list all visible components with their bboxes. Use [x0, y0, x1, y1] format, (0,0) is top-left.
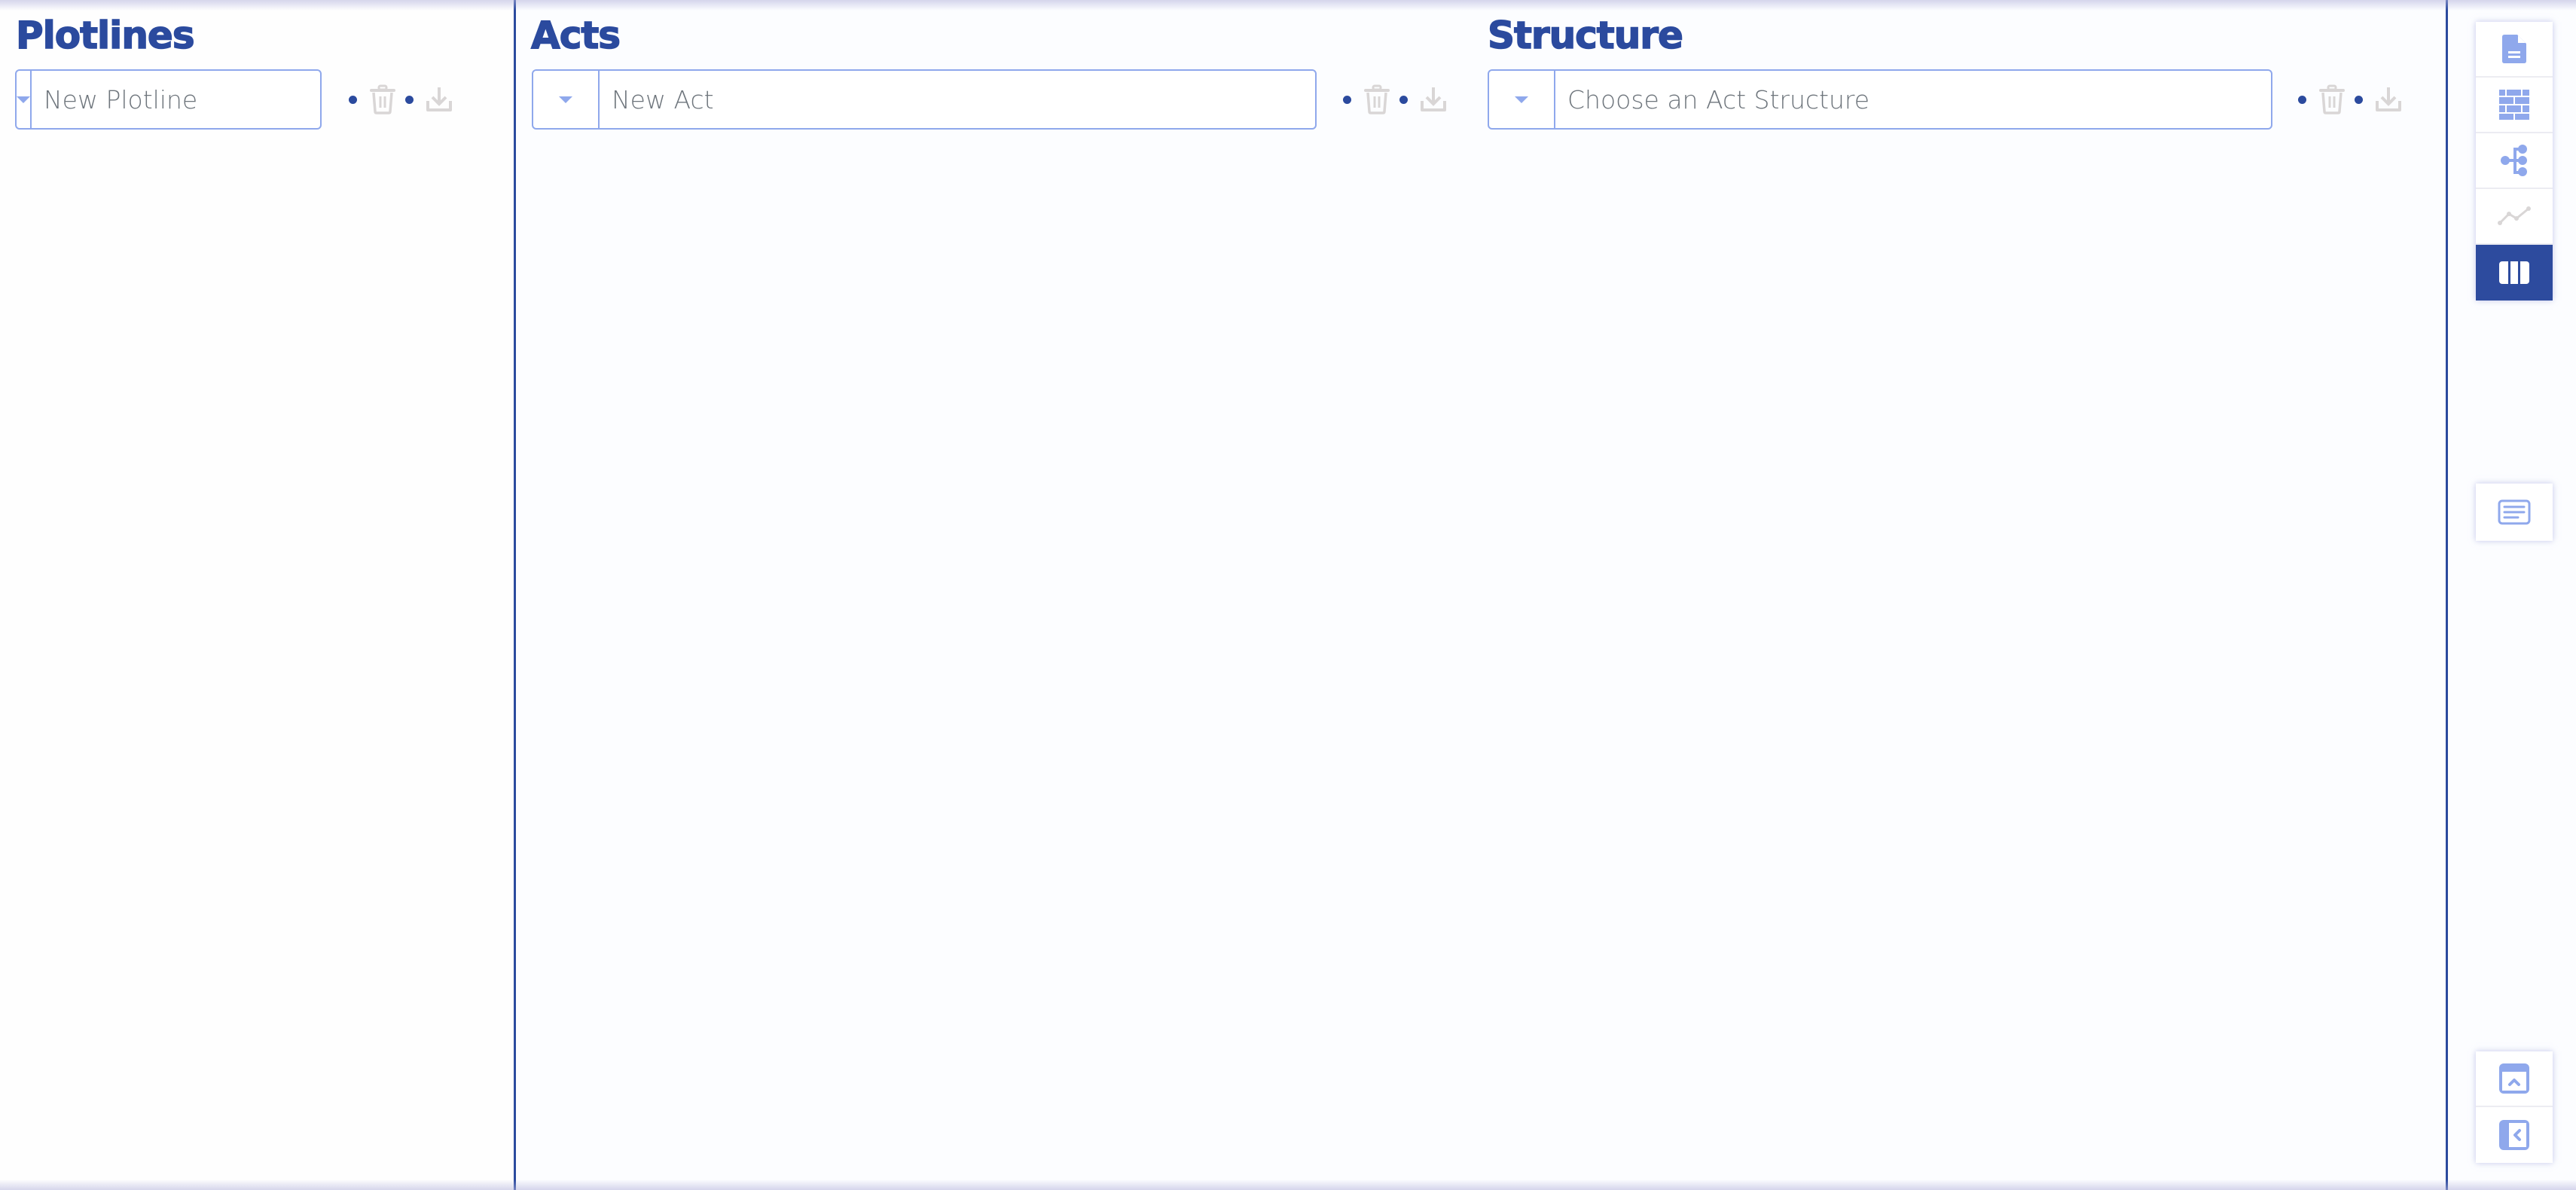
view-switcher-toolbar [2476, 22, 2553, 301]
download-icon [2376, 87, 2401, 111]
notes-button[interactable] [2476, 484, 2553, 541]
import-act-button[interactable] [1418, 83, 1448, 116]
trash-icon [2319, 84, 2345, 114]
board-view-button[interactable] [2476, 78, 2553, 133]
download-icon [1421, 87, 1446, 111]
plotline-dropdown-toggle[interactable] [17, 71, 32, 128]
structure-actions [2298, 83, 2404, 116]
separator-dot [349, 95, 357, 104]
delete-structure-button[interactable] [2317, 83, 2347, 116]
plotline-combobox [15, 69, 359, 130]
columns-icon [2499, 261, 2529, 284]
act-actions [1343, 83, 1448, 116]
notes-icon [2498, 499, 2531, 525]
separator-dot [2298, 95, 2306, 104]
outline-view-button[interactable] [2476, 133, 2553, 189]
caret-down-icon [559, 96, 572, 103]
plotline-name-input[interactable] [32, 71, 359, 128]
trash-icon [370, 84, 395, 114]
separator-dot [2355, 95, 2363, 104]
trash-icon [1364, 84, 1390, 114]
plotline-actions [349, 83, 454, 116]
chart-view-button[interactable] [2476, 189, 2553, 245]
tree-structure-icon [2501, 145, 2527, 176]
plotlines-heading: Plotlines [15, 13, 195, 58]
document-icon [2502, 35, 2526, 63]
plotlines-panel: Plotlines [0, 0, 514, 1190]
line-chart-icon [2498, 206, 2531, 225]
toggle-top-panel-button[interactable] [2476, 1051, 2553, 1107]
act-dropdown-toggle[interactable] [533, 71, 600, 128]
separator-dot [1343, 95, 1351, 104]
panel-top-expand-icon [2499, 1063, 2529, 1094]
caret-down-icon [17, 96, 30, 103]
act-structure-input[interactable] [1555, 71, 2271, 128]
layout-toolbar [2476, 1051, 2553, 1163]
separator-dot [1399, 95, 1408, 104]
delete-act-button[interactable] [1362, 83, 1392, 116]
acts-structure-panel: Acts Structure [516, 0, 2446, 1190]
toggle-side-panel-button[interactable] [2476, 1107, 2553, 1163]
notes-toolbar [2476, 484, 2553, 541]
import-structure-button[interactable] [2373, 83, 2404, 116]
document-view-button[interactable] [2476, 22, 2553, 78]
separator-dot [405, 95, 414, 104]
download-icon [426, 87, 452, 111]
structure-combobox [1488, 69, 2272, 130]
acts-heading: Acts [530, 13, 621, 58]
brick-wall-icon [2499, 90, 2529, 120]
act-combobox [532, 69, 1317, 130]
caret-down-icon [1515, 96, 1528, 103]
act-name-input[interactable] [600, 71, 1315, 128]
panel-left-collapse-icon [2499, 1120, 2529, 1150]
delete-plotline-button[interactable] [368, 83, 398, 116]
import-plotline-button[interactable] [424, 83, 454, 116]
acts-view-button[interactable] [2476, 245, 2553, 301]
structure-heading: Structure [1487, 13, 1683, 58]
structure-dropdown-toggle[interactable] [1489, 71, 1555, 128]
